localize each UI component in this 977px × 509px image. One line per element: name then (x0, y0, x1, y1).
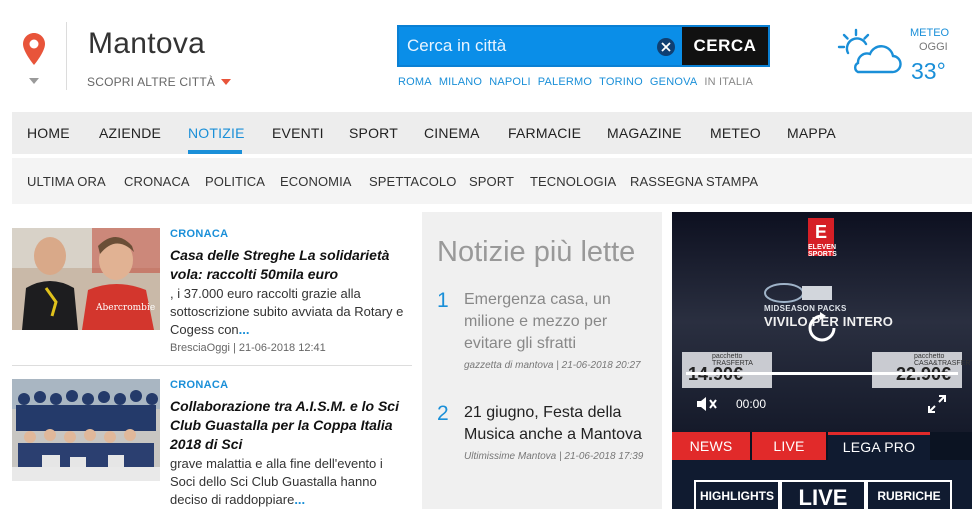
chevron-down-icon[interactable] (29, 78, 39, 84)
tab-news[interactable]: NEWS (672, 432, 750, 460)
tab-live[interactable]: LIVE (752, 432, 826, 460)
subnav-politica[interactable]: POLITICA (205, 174, 265, 189)
article-category[interactable]: CRONACA (170, 379, 410, 391)
most-read-headline[interactable]: Emergenza casa, un milione e mezzo per e… (464, 289, 654, 355)
quick-city-link[interactable]: PALERMO (538, 76, 592, 88)
other-cities-link[interactable]: SCOPRI ALTRE CITTÀ (87, 75, 232, 89)
most-read-panel: Notizie più lette 1 Emergenza casa, un m… (422, 212, 662, 509)
tab-lega-pro[interactable]: LEGA PRO (828, 432, 930, 460)
nav-sport[interactable]: SPORT (349, 125, 398, 141)
partly-cloudy-icon[interactable] (836, 26, 902, 78)
meteo-temperature: 33° (911, 58, 946, 84)
article-body: CRONACA Casa delle Streghe La solidariet… (170, 228, 410, 354)
fullscreen-icon[interactable] (928, 395, 946, 413)
video-player[interactable]: E ELEVEN SPORTS MIDSEASON PACKS VIVILO PE… (672, 212, 972, 432)
most-read-source: gazzetta di mantova | 21-06-2018 20:27 (464, 360, 641, 371)
read-more-link[interactable]: ... (294, 492, 305, 507)
rank-number: 2 (437, 402, 449, 425)
article-category[interactable]: CRONACA (170, 228, 410, 240)
search-bar: CERCA (397, 25, 770, 67)
svg-text:Abercrombie: Abercrombie (95, 303, 155, 313)
most-read-headline[interactable]: 21 giugno, Festa della Musica anche a Ma… (464, 402, 654, 446)
sub-nav: ULTIMA ORA CRONACA POLITICA ECONOMIA SPE… (12, 158, 972, 204)
quick-city-link[interactable]: TORINO (599, 76, 643, 88)
most-read-source: Ultimissime Mantova | 21-06-2018 17:39 (464, 451, 644, 462)
meteo-label[interactable]: METEO (910, 26, 949, 41)
article-title[interactable]: Collaborazione tra A.I.S.M. e lo Sci Clu… (170, 397, 410, 454)
channel-brand-icon (764, 283, 832, 303)
video-panel: E ELEVEN SPORTS MIDSEASON PACKS VIVILO PE… (672, 212, 972, 509)
subnav-ultima-ora[interactable]: ULTIMA ORA (27, 174, 106, 189)
quick-cities: ROMA MILANO NAPOLI PALERMO TORINO GENOVA IN IT… (398, 76, 760, 88)
quick-city-link[interactable]: NAPOLI (489, 76, 531, 88)
location-pin-icon[interactable] (22, 32, 46, 66)
promo-box-left: pacchetto TRASFERTA 14.90€ (682, 352, 772, 388)
subtab-live[interactable]: LIVE (780, 480, 866, 509)
subnav-spettacolo[interactable]: SPETTACOLO (369, 174, 456, 189)
nav-eventi[interactable]: EVENTI (272, 125, 324, 141)
quick-city-link[interactable]: GENOVA (650, 76, 697, 88)
subnav-sport[interactable]: SPORT (469, 174, 514, 189)
subnav-cronaca[interactable]: CRONACA (124, 174, 190, 189)
article-image[interactable] (12, 379, 160, 481)
nav-mappa[interactable]: MAPPA (787, 125, 836, 141)
video-subtabs: HIGHLIGHTS LIVE RUBRICHE (672, 460, 972, 509)
promo-box-right: pacchetto CASA&TRASFERTA 22.90€ (872, 352, 972, 388)
subnav-rassegna-stampa[interactable]: RASSEGNA STAMPA (630, 174, 758, 189)
subtab-highlights[interactable]: HIGHLIGHTS (694, 480, 780, 509)
article-body: CRONACA Collaborazione tra A.I.S.M. e lo… (170, 379, 410, 509)
nav-home[interactable]: HOME (27, 125, 70, 141)
search-input[interactable] (407, 27, 657, 65)
subnav-economia[interactable]: ECONOMIA (280, 174, 352, 189)
video-progress-bar[interactable] (686, 372, 958, 375)
caret-down-icon (221, 79, 232, 85)
mute-icon[interactable] (696, 395, 718, 413)
most-read-title: Notizie più lette (437, 236, 636, 268)
article-meta: BresciaOggi | 21-06-2018 12:41 (170, 342, 326, 354)
article-card[interactable]: Abercrombie CRONACA Casa delle Streghe L… (12, 228, 412, 358)
article-divider (12, 365, 412, 366)
nav-magazine[interactable]: MAGAZINE (607, 125, 682, 141)
nav-meteo[interactable]: METEO (710, 125, 761, 141)
nav-cinema[interactable]: CINEMA (424, 125, 480, 141)
quick-city-link[interactable]: IN ITALIA (704, 76, 753, 88)
meteo-day: OGGI (919, 41, 948, 53)
article-summary: grave malattia e alla fine dell'evento i… (170, 456, 383, 507)
video-time: 00:00 (736, 397, 767, 411)
article-card[interactable]: CRONACA Collaborazione tra A.I.S.M. e lo… (12, 379, 412, 509)
replay-icon[interactable] (806, 312, 838, 344)
nav-notizie[interactable]: NOTIZIE (188, 125, 245, 141)
eleven-sports-logo: E ELEVEN SPORTS (808, 218, 837, 258)
read-more-link[interactable]: ... (239, 322, 250, 337)
clear-icon[interactable] (657, 38, 675, 56)
video-tabs: NEWS LIVE LEGA PRO (672, 432, 972, 460)
search-button[interactable]: CERCA (682, 27, 768, 65)
site-header: Mantova SCOPRI ALTRE CITTÀ CERCA ROMA MIL… (0, 0, 977, 112)
quick-city-link[interactable]: MILANO (439, 76, 482, 88)
nav-aziende[interactable]: AZIENDE (99, 125, 161, 141)
subtab-rubriche[interactable]: RUBRICHE (866, 480, 952, 509)
article-summary: , i 37.000 euro raccolti grazie alla sot… (170, 286, 404, 337)
article-image[interactable]: Abercrombie (12, 228, 160, 330)
subnav-tecnologia[interactable]: TECNOLOGIA (530, 174, 616, 189)
city-title: Mantova (88, 27, 206, 60)
main-nav: HOME AZIENDE NOTIZIE EVENTI SPORT CINEMA… (12, 112, 972, 154)
article-title[interactable]: Casa delle Streghe La solidarietà vola: … (170, 246, 410, 284)
rank-number: 1 (437, 289, 449, 312)
header-divider (66, 22, 67, 90)
active-tab-underline (188, 150, 242, 154)
nav-farmacie[interactable]: FARMACIE (508, 125, 581, 141)
quick-city-link[interactable]: ROMA (398, 76, 432, 88)
